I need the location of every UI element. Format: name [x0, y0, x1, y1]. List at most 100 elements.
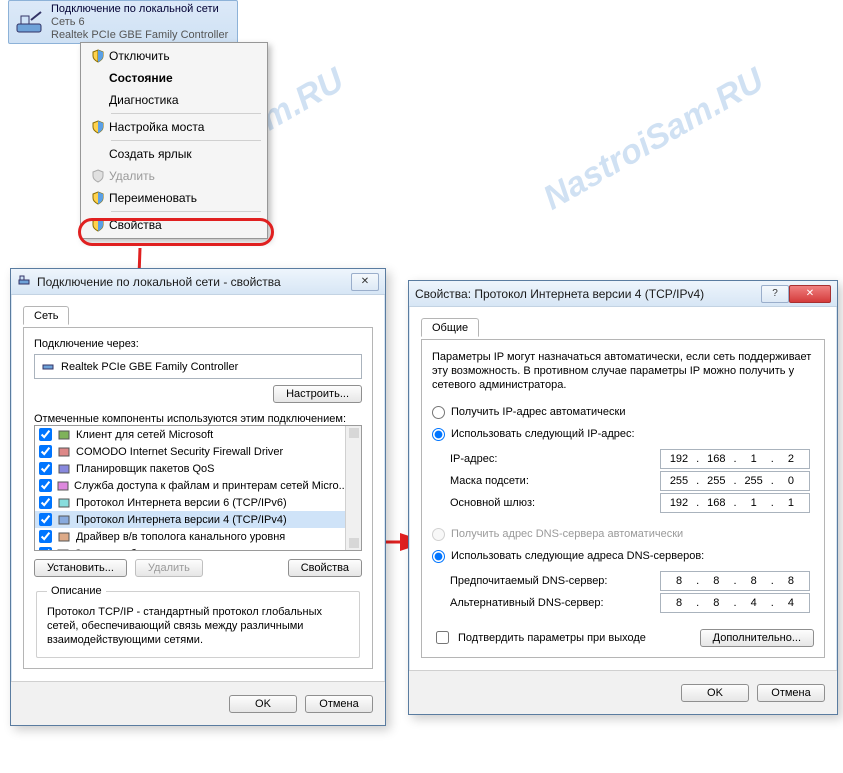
item-checkbox[interactable] — [39, 496, 52, 509]
radio-auto-ip[interactable]: Получить IP-адрес автоматически — [432, 402, 814, 422]
mask-label: Маска подсети: — [450, 475, 652, 487]
dns1-label: Предпочитаемый DNS-сервер: — [450, 575, 652, 587]
item-label: Служба доступа к файлам и принтерам сете… — [74, 480, 348, 492]
list-item[interactable]: Ответчик обнаружения топологии канальног… — [35, 545, 361, 551]
remove-button: Удалить — [135, 559, 203, 577]
component-icon — [56, 513, 72, 527]
component-icon — [56, 479, 70, 493]
dns1-input[interactable]: 8.8.8.8 — [660, 571, 810, 591]
menu-label: Свойства — [109, 218, 162, 232]
tab-network[interactable]: Сеть — [23, 306, 69, 325]
help-button[interactable]: ? — [761, 285, 789, 303]
radio-label: Использовать следующие адреса DNS-сервер… — [451, 550, 704, 562]
tab-general[interactable]: Общие — [421, 318, 479, 337]
confirm-on-exit-checkbox[interactable]: Подтвердить параметры при выходе — [432, 628, 646, 647]
context-menu: Отключить Состояние Диагностика Настройк… — [80, 42, 268, 239]
description-group: Описание Протокол TCP/IP - стандартный п… — [36, 585, 360, 658]
menu-shortcut[interactable]: Создать ярлык — [83, 143, 265, 165]
item-checkbox[interactable] — [39, 547, 52, 551]
menu-label: Диагностика — [109, 93, 179, 107]
item-checkbox[interactable] — [39, 530, 52, 543]
item-label: Планировщик пакетов QoS — [76, 463, 215, 475]
menu-diagnostics[interactable]: Диагностика — [83, 89, 265, 111]
shield-icon — [87, 191, 109, 205]
menu-label: Отключить — [109, 49, 170, 63]
menu-bridge[interactable]: Настройка моста — [83, 116, 265, 138]
list-item[interactable]: Клиент для сетей Microsoft — [35, 426, 361, 443]
ipv4-intro: Параметры IP могут назначаться автоматич… — [432, 350, 814, 392]
shield-icon — [87, 169, 109, 183]
menu-label: Настройка моста — [109, 120, 204, 134]
ok-button[interactable]: OK — [229, 695, 297, 713]
item-label: Протокол Интернета версии 4 (TCP/IPv4) — [76, 514, 287, 526]
gateway-input[interactable]: 192.168.1.1 — [660, 493, 810, 513]
cancel-button[interactable]: Отмена — [757, 684, 825, 702]
list-item[interactable]: COMODO Internet Security Firewall Driver — [35, 443, 361, 460]
adapter-name: Realtek PCIe GBE Family Controller — [61, 361, 238, 373]
adapter-title: Подключение по локальной сети — [51, 3, 228, 16]
scrollbar[interactable] — [345, 426, 361, 550]
item-checkbox[interactable] — [39, 513, 52, 526]
ip-input[interactable]: 192.168.1.2 — [660, 449, 810, 469]
dialog-title: Подключение по локальной сети - свойства — [37, 275, 345, 289]
ipv4-properties-dialog: Свойства: Протокол Интернета версии 4 (T… — [408, 280, 838, 715]
description-title: Описание — [47, 585, 106, 597]
components-label: Отмеченные компоненты используются этим … — [34, 413, 362, 425]
list-item[interactable]: Драйвер в/в тополога канального уровня — [35, 528, 361, 545]
item-label: Драйвер в/в тополога канального уровня — [76, 531, 285, 543]
menu-disable[interactable]: Отключить — [83, 45, 265, 67]
menu-label: Удалить — [109, 169, 155, 183]
advanced-button[interactable]: Дополнительно... — [700, 629, 814, 647]
dns2-input[interactable]: 8.8.4.4 — [660, 593, 810, 613]
close-button[interactable]: ✕ — [351, 273, 379, 291]
component-icon — [56, 428, 72, 442]
item-label: Ответчик обнаружения топологии канальног… — [74, 548, 346, 552]
component-icon — [56, 445, 72, 459]
menu-label: Создать ярлык — [109, 147, 192, 161]
shield-icon — [87, 218, 109, 232]
item-checkbox[interactable] — [39, 445, 52, 458]
checkbox-label: Подтвердить параметры при выходе — [458, 632, 646, 644]
connection-properties-dialog: Подключение по локальной сети - свойства… — [10, 268, 386, 726]
radio-auto-dns: Получить адрес DNS-сервера автоматически — [432, 524, 814, 544]
list-item[interactable]: Протокол Интернета версии 4 (TCP/IPv4) — [35, 511, 361, 528]
menu-properties[interactable]: Свойства — [83, 214, 265, 236]
item-checkbox[interactable] — [39, 462, 52, 475]
adapter-device: Realtek PCIe GBE Family Controller — [51, 29, 228, 42]
menu-status[interactable]: Состояние — [83, 67, 265, 89]
adapter-field: Realtek PCIe GBE Family Controller — [34, 354, 362, 379]
cancel-button[interactable]: Отмена — [305, 695, 373, 713]
list-item[interactable]: Протокол Интернета версии 6 (TCP/IPv6) — [35, 494, 361, 511]
menu-rename[interactable]: Переименовать — [83, 187, 265, 209]
shield-icon — [87, 120, 109, 134]
connect-via-label: Подключение через: — [34, 338, 362, 350]
component-icon — [56, 496, 72, 510]
nic-icon — [17, 273, 31, 290]
ok-button[interactable]: OK — [681, 684, 749, 702]
mask-input[interactable]: 255.255.255.0 — [660, 471, 810, 491]
configure-button[interactable]: Настроить... — [273, 385, 362, 403]
ip-label: IP-адрес: — [450, 453, 652, 465]
components-list[interactable]: Клиент для сетей Microsoft COMODO Interne… — [34, 425, 362, 551]
menu-label: Переименовать — [109, 191, 197, 205]
shield-icon — [87, 49, 109, 63]
watermark: NastroiSam.RU — [537, 61, 771, 219]
item-label: COMODO Internet Security Firewall Driver — [76, 446, 283, 458]
close-button[interactable]: ✕ — [789, 285, 831, 303]
list-item[interactable]: Служба доступа к файлам и принтерам сете… — [35, 477, 361, 494]
item-checkbox[interactable] — [39, 428, 52, 441]
list-item[interactable]: Планировщик пакетов QoS — [35, 460, 361, 477]
item-checkbox[interactable] — [39, 479, 52, 492]
component-icon — [56, 547, 70, 552]
dns2-label: Альтернативный DNS-сервер: — [450, 597, 652, 609]
component-icon — [56, 530, 72, 544]
item-label: Протокол Интернета версии 6 (TCP/IPv6) — [76, 497, 287, 509]
radio-label: Получить IP-адрес автоматически — [451, 406, 625, 418]
radio-manual-ip[interactable]: Использовать следующий IP-адрес: — [432, 424, 814, 444]
properties-button[interactable]: Свойства — [288, 559, 362, 577]
item-label: Клиент для сетей Microsoft — [76, 429, 213, 441]
radio-manual-dns[interactable]: Использовать следующие адреса DNS-сервер… — [432, 546, 814, 566]
install-button[interactable]: Установить... — [34, 559, 127, 577]
network-adapter-tile[interactable]: Подключение по локальной сети Сеть 6 Rea… — [8, 0, 238, 44]
dialog-title: Свойства: Протокол Интернета версии 4 (T… — [415, 287, 755, 301]
